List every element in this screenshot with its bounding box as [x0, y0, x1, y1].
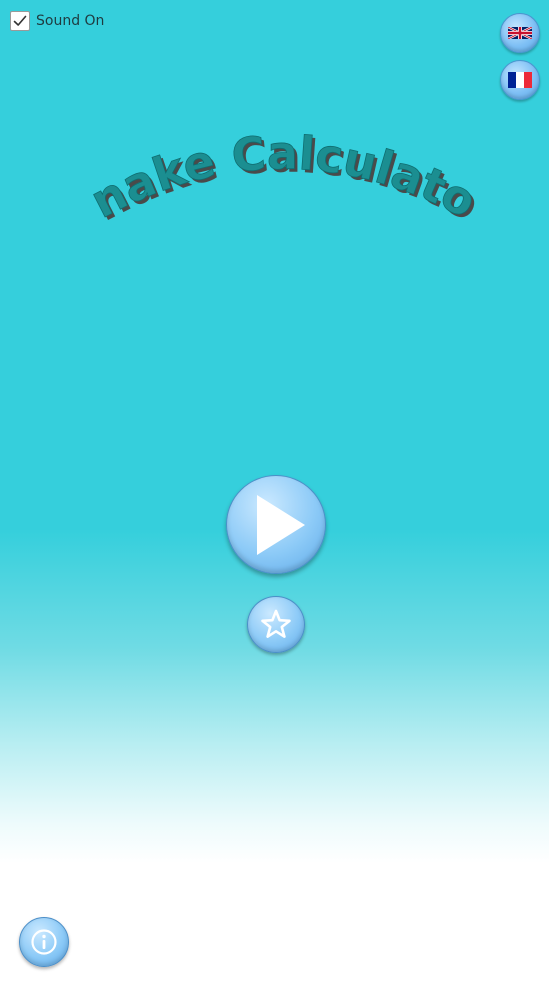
star-icon: [261, 609, 291, 638]
info-button[interactable]: [19, 917, 69, 967]
svg-text:Snake Calculator: Snake Calculator: [0, 95, 485, 229]
checkmark-icon: [13, 15, 27, 26]
france-flag-icon: [508, 72, 532, 88]
language-english-button[interactable]: [500, 13, 540, 53]
sound-toggle[interactable]: Sound On: [10, 11, 104, 31]
sound-checkbox[interactable]: [10, 11, 30, 31]
play-button[interactable]: [226, 475, 326, 574]
title-text: Snake Calculator: [0, 52, 485, 229]
star-button[interactable]: [247, 596, 305, 653]
info-icon: [31, 929, 57, 955]
game-title: Snake Calculator Snake Calculator: [0, 52, 549, 255]
play-icon: [257, 494, 305, 555]
sound-label: Sound On: [36, 13, 105, 29]
language-french-button[interactable]: [500, 60, 540, 100]
uk-flag-icon: [508, 27, 532, 39]
